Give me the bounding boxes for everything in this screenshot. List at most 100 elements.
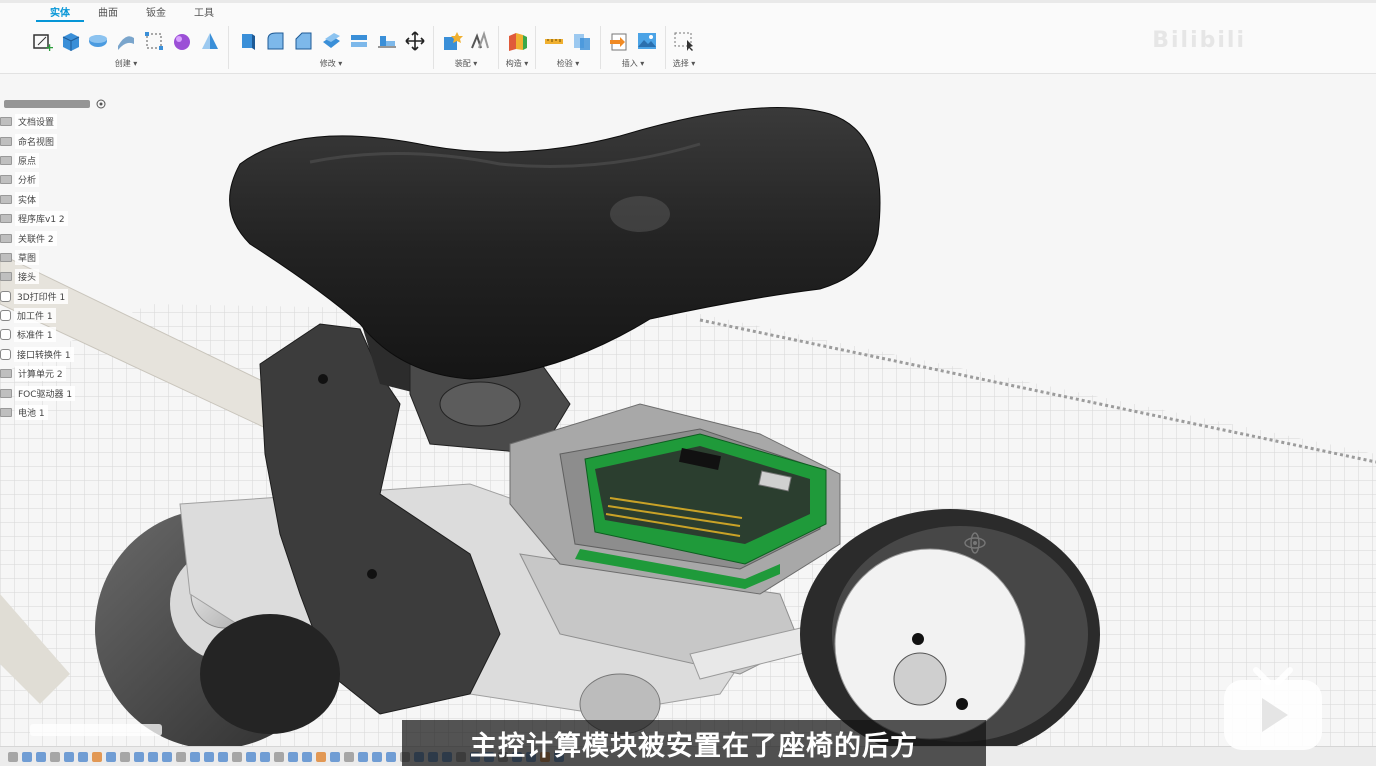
timeline-feature-icon[interactable] bbox=[260, 751, 270, 762]
shell-icon[interactable] bbox=[319, 29, 343, 53]
browser-node[interactable]: 电池 1 bbox=[0, 403, 112, 422]
browser-node[interactable]: 关联件 2 bbox=[0, 228, 112, 247]
combine-icon[interactable] bbox=[347, 29, 371, 53]
browser-node[interactable]: 实体 bbox=[0, 190, 112, 209]
rectangle-pattern-icon[interactable] bbox=[142, 29, 166, 53]
timeline-feature-icon[interactable] bbox=[330, 751, 340, 762]
browser-node[interactable]: 标准件 1 bbox=[0, 325, 112, 344]
fillet-icon[interactable] bbox=[263, 29, 287, 53]
timeline-feature-icon[interactable] bbox=[36, 751, 46, 762]
construct-group-label[interactable]: 构造 ▾ bbox=[506, 58, 529, 69]
folder-icon bbox=[0, 388, 12, 398]
timeline-feature-icon[interactable] bbox=[358, 751, 368, 762]
timeline-feature-icon[interactable] bbox=[134, 751, 144, 762]
timeline-feature-icon[interactable] bbox=[148, 751, 158, 762]
timeline-feature-icon[interactable] bbox=[344, 751, 354, 762]
browser-node-label: 命名视图 bbox=[15, 133, 58, 149]
mirror-triangle-icon[interactable] bbox=[198, 29, 222, 53]
timeline-feature-icon[interactable] bbox=[246, 751, 256, 762]
timeline-feature-icon[interactable] bbox=[316, 751, 326, 762]
svg-text:+: + bbox=[45, 41, 53, 52]
folder-icon bbox=[0, 408, 12, 418]
browser-node-label: 分析 bbox=[15, 172, 40, 188]
browser-node[interactable]: 计算单元 2 bbox=[0, 364, 112, 383]
browser-title-bar[interactable] bbox=[4, 100, 90, 108]
3d-viewport[interactable] bbox=[0, 74, 1376, 746]
tab-solid[interactable]: 实体 bbox=[36, 6, 84, 22]
timeline-feature-icon[interactable] bbox=[274, 751, 284, 762]
ribbon-toolbar: 实体 曲面 钣金 工具 + 创建 ▾ 修改 ▾ 装配 ▾ 构造 ▾ 检验 ▾ 插… bbox=[0, 0, 1376, 74]
browser-node[interactable]: 接口转换件 1 bbox=[0, 345, 112, 364]
orbit-center-icon[interactable] bbox=[962, 530, 988, 556]
tab-tools[interactable]: 工具 bbox=[180, 6, 228, 22]
timeline-feature-icon[interactable] bbox=[218, 751, 228, 762]
insert-image-icon[interactable] bbox=[635, 29, 659, 53]
align-icon[interactable] bbox=[375, 29, 399, 53]
timeline-feature-icon[interactable] bbox=[372, 751, 382, 762]
tab-surface[interactable]: 曲面 bbox=[84, 6, 132, 22]
extrude-box-icon[interactable] bbox=[58, 29, 82, 53]
insert-group-label[interactable]: 插入 ▾ bbox=[622, 58, 645, 69]
timeline-feature-icon[interactable] bbox=[204, 751, 214, 762]
measure-icon[interactable] bbox=[542, 29, 566, 53]
browser-node[interactable]: 命名视图 bbox=[0, 131, 112, 150]
timeline-feature-icon[interactable] bbox=[386, 751, 396, 762]
folder-icon bbox=[0, 272, 12, 282]
timeline-feature-icon[interactable] bbox=[302, 751, 312, 762]
browser-node-label: 接头 bbox=[15, 269, 40, 285]
select-group-label[interactable]: 选择 ▾ bbox=[673, 58, 696, 69]
title-strip bbox=[0, 0, 1376, 3]
browser-node[interactable]: 草图 bbox=[0, 248, 112, 267]
browser-node[interactable]: FOC驱动器 1 bbox=[0, 383, 112, 402]
browser-node[interactable]: 加工件 1 bbox=[0, 306, 112, 325]
timeline-feature-icon[interactable] bbox=[92, 751, 102, 762]
timeline-feature-icon[interactable] bbox=[176, 751, 186, 762]
chamfer-icon[interactable] bbox=[291, 29, 315, 53]
browser-node[interactable]: 文档设置 bbox=[0, 112, 112, 131]
joint-icon[interactable] bbox=[468, 29, 492, 53]
component-icon bbox=[0, 329, 11, 341]
tab-sheet-metal[interactable]: 钣金 bbox=[132, 6, 180, 22]
component-icon bbox=[0, 310, 11, 322]
video-subtitle: 主控计算模块被安置在了座椅的后方 bbox=[402, 720, 986, 766]
timeline-feature-icon[interactable] bbox=[78, 751, 88, 762]
browser-node[interactable]: 3D打印件 1 bbox=[0, 287, 112, 306]
browser-header bbox=[0, 96, 112, 112]
sweep-icon[interactable] bbox=[114, 29, 138, 53]
timeline-feature-icon[interactable] bbox=[50, 751, 60, 762]
timeline-feature-icon[interactable] bbox=[190, 751, 200, 762]
revolve-icon[interactable] bbox=[86, 29, 110, 53]
timeline-feature-icon[interactable] bbox=[22, 751, 32, 762]
construction-plane-icon[interactable] bbox=[505, 29, 529, 53]
move-icon[interactable] bbox=[403, 29, 427, 53]
press-pull-icon[interactable] bbox=[235, 29, 259, 53]
insert-group: 插入 ▾ bbox=[601, 26, 666, 69]
assemble-group-label[interactable]: 装配 ▾ bbox=[455, 58, 478, 69]
modify-group-label[interactable]: 修改 ▾ bbox=[320, 58, 343, 69]
select-cursor-icon[interactable] bbox=[672, 29, 696, 53]
insert-derive-icon[interactable] bbox=[607, 29, 631, 53]
browser-node[interactable]: 程序库v1 2 bbox=[0, 209, 112, 228]
timeline-feature-icon[interactable] bbox=[162, 751, 172, 762]
create-group-label[interactable]: 创建 ▾ bbox=[115, 58, 138, 69]
settings-icon[interactable] bbox=[96, 99, 106, 109]
timeline-feature-icon[interactable] bbox=[64, 751, 74, 762]
interference-icon[interactable] bbox=[570, 29, 594, 53]
timeline-feature-icon[interactable] bbox=[8, 751, 18, 762]
new-component-icon[interactable] bbox=[440, 29, 464, 53]
inspect-group-label[interactable]: 检验 ▾ bbox=[557, 58, 580, 69]
folder-icon bbox=[0, 136, 12, 146]
browser-node[interactable]: 分析 bbox=[0, 170, 112, 189]
folder-icon bbox=[0, 194, 12, 204]
modify-group: 修改 ▾ bbox=[229, 26, 434, 69]
form-sphere-icon[interactable] bbox=[170, 29, 194, 53]
browser-node[interactable]: 原点 bbox=[0, 151, 112, 170]
folder-icon bbox=[0, 214, 12, 224]
timeline-feature-icon[interactable] bbox=[232, 751, 242, 762]
browser-node[interactable]: 接头 bbox=[0, 267, 112, 286]
timeline-feature-icon[interactable] bbox=[120, 751, 130, 762]
timeline-feature-icon[interactable] bbox=[106, 751, 116, 762]
timeline-feature-icon[interactable] bbox=[288, 751, 298, 762]
sketch-plus-icon[interactable]: + bbox=[30, 29, 54, 53]
navigation-bar[interactable] bbox=[30, 724, 162, 736]
